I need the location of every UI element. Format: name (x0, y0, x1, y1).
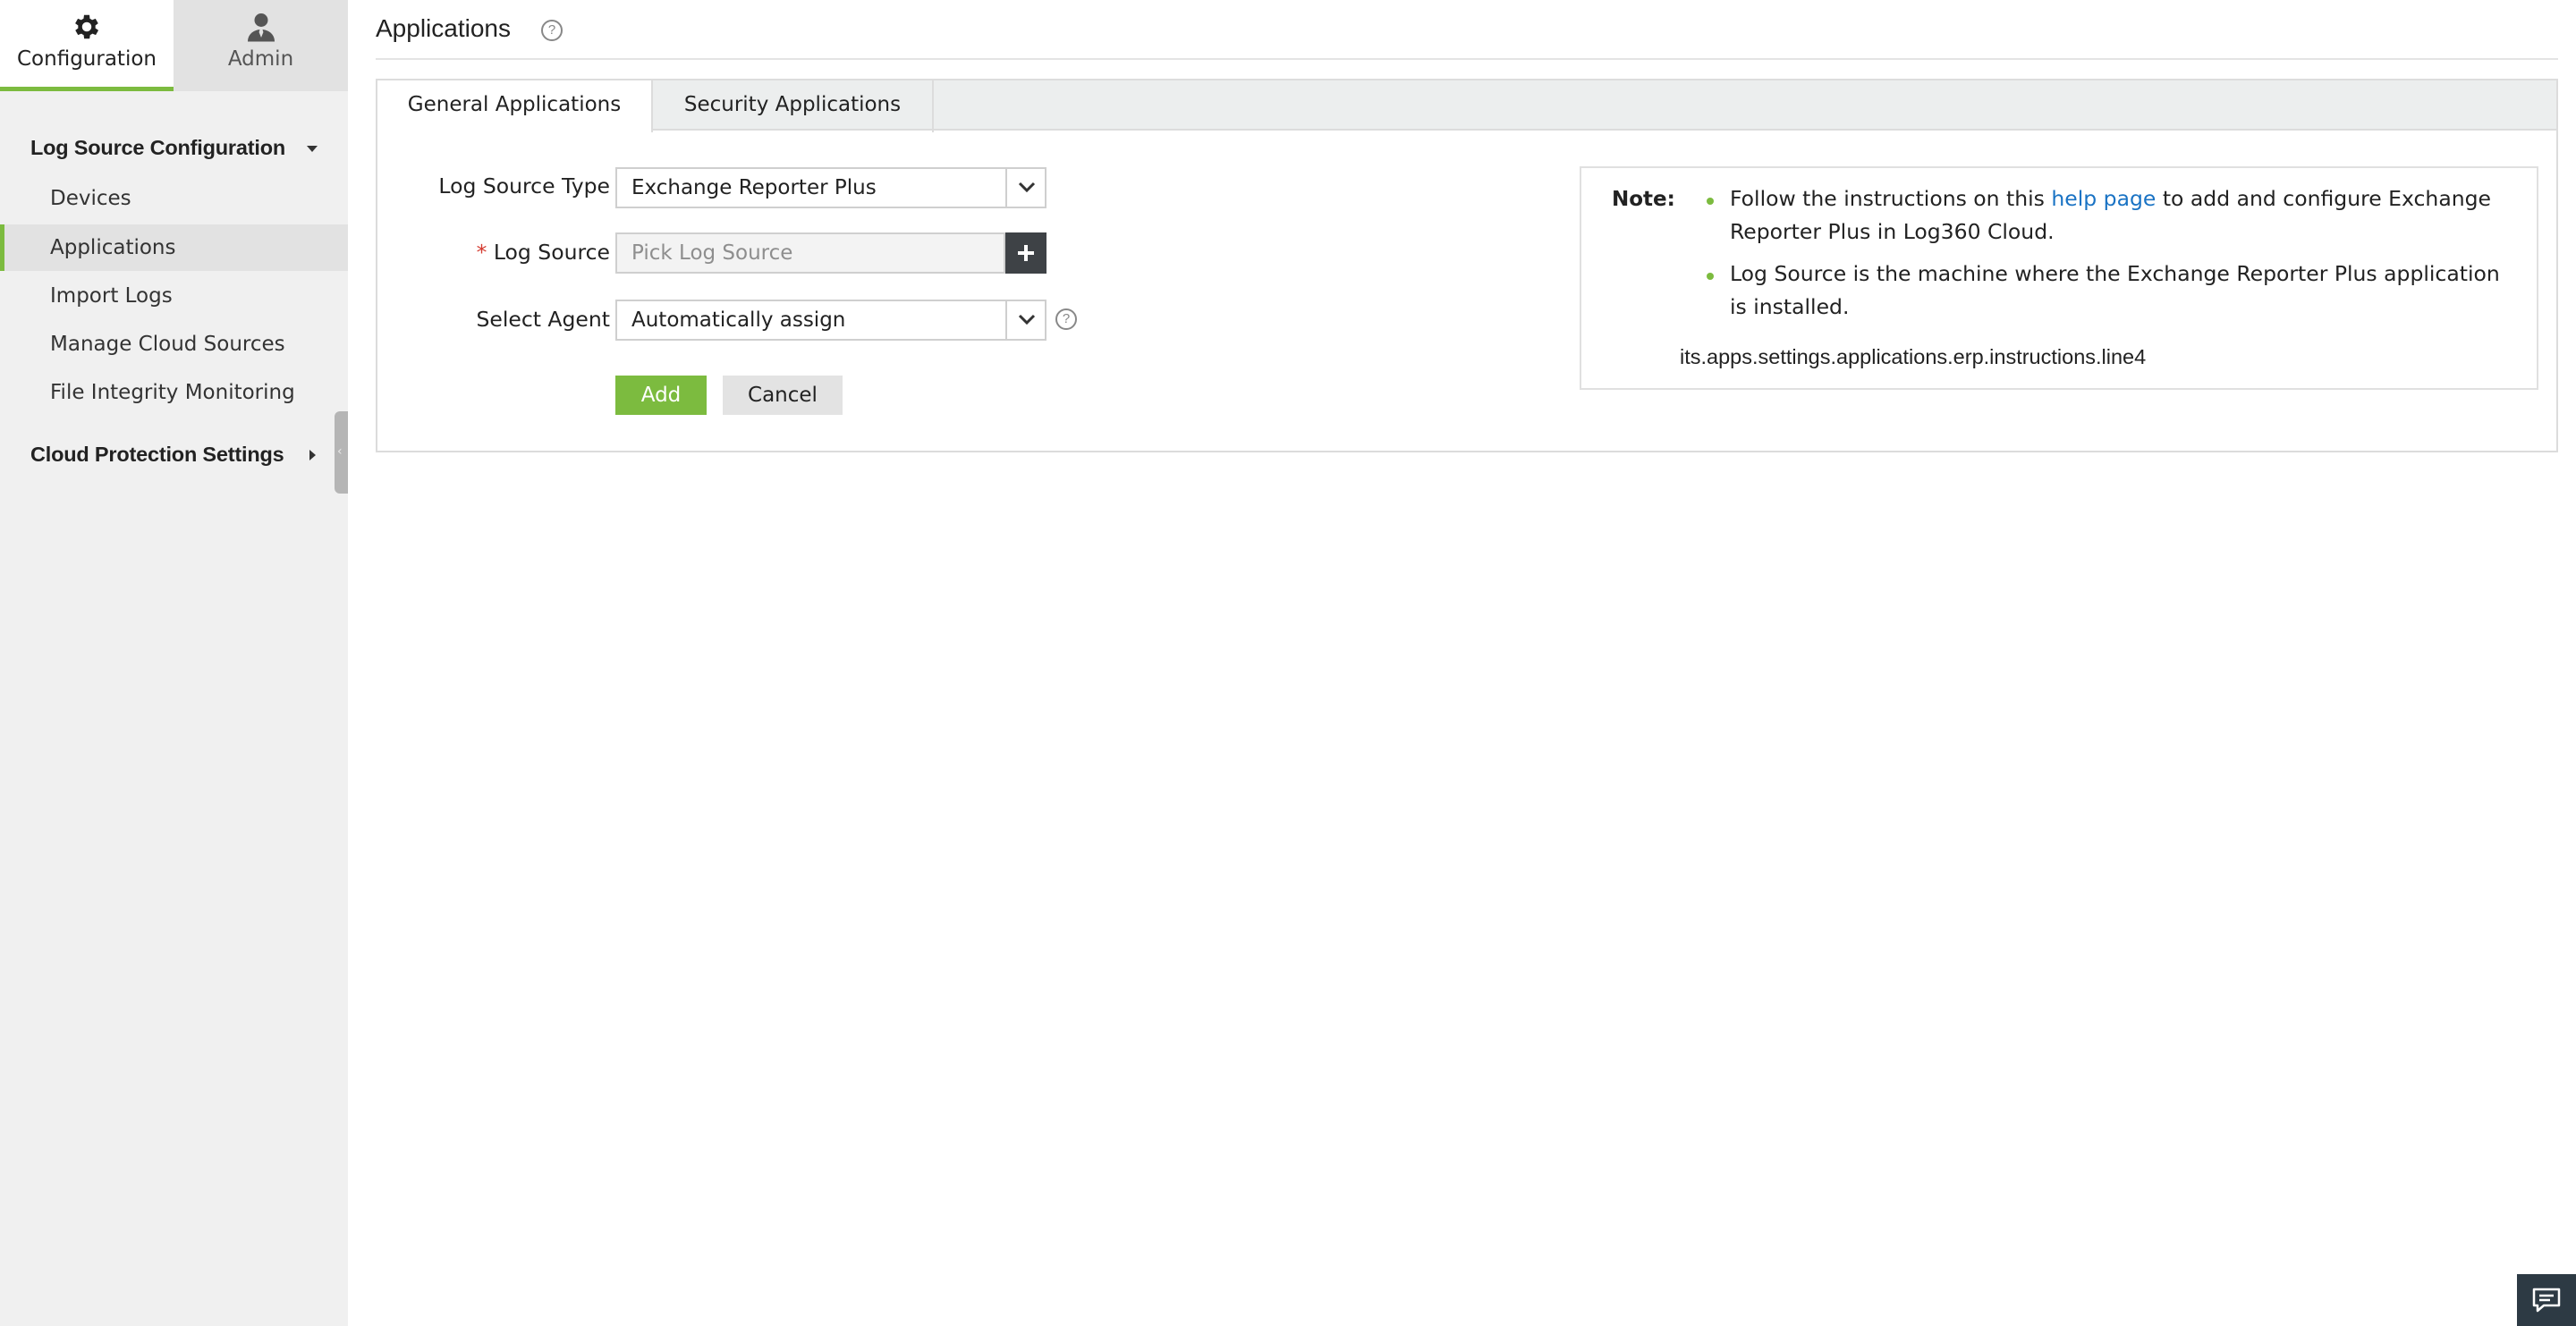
caret-down-icon[interactable] (307, 146, 318, 152)
caret-right-icon[interactable] (309, 450, 316, 460)
log-source-placeholder: Pick Log Source (631, 241, 793, 265)
cancel-button[interactable]: Cancel (723, 376, 843, 415)
nav-section-log-source-configuration[interactable]: Log Source Configuration (30, 134, 285, 161)
top-tabs: Configuration Admin (0, 0, 348, 91)
note-line-1: Follow the instructions on this help pag… (1730, 182, 2517, 249)
gear-icon (75, 14, 99, 39)
note-line-2: Log Source is the machine where the Exch… (1730, 261, 2500, 319)
note-line-3: its.apps.settings.applications.erp.instr… (1680, 345, 2147, 368)
tab-general-applications[interactable]: General Applications (377, 80, 653, 132)
tab-admin[interactable]: Admin (174, 0, 348, 91)
tab-bar: General Applications Security Applicatio… (377, 80, 2556, 132)
help-page-link[interactable]: help page (2051, 186, 2156, 211)
chat-icon (2532, 1288, 2561, 1313)
note-box: Note: Follow the instructions on this he… (1580, 166, 2538, 390)
tab-configuration-label: Configuration (17, 47, 157, 71)
sidebar-item-applications[interactable]: Applications (0, 224, 348, 271)
select-agent-label: Select Agent (476, 307, 610, 332)
nav-section-cloud-protection-settings[interactable]: Cloud Protection Settings (30, 441, 284, 468)
bullet-icon (1707, 273, 1714, 280)
sidebar: Configuration Admin Log Source Configura… (0, 0, 348, 1326)
add-log-source-button[interactable] (1005, 232, 1046, 274)
page-title: Applications (376, 14, 511, 42)
chevron-down-icon (1018, 182, 1036, 193)
note-label: Note: (1612, 188, 1675, 211)
chat-button[interactable] (2517, 1274, 2576, 1326)
log-source-type-dropdown-button[interactable] (1005, 169, 1045, 207)
sidebar-item-devices[interactable]: Devices (0, 175, 348, 222)
add-button[interactable]: Add (615, 376, 707, 415)
sidebar-item-file-integrity-monitoring[interactable]: File Integrity Monitoring (0, 369, 348, 416)
sidebar-item-manage-cloud-sources[interactable]: Manage Cloud Sources (0, 321, 348, 367)
chevron-left-icon: ‹ (337, 444, 343, 459)
applications-panel: General Applications Security Applicatio… (376, 79, 2558, 452)
tab-configuration[interactable]: Configuration (0, 0, 174, 91)
agent-help-icon[interactable]: ? (1055, 308, 1077, 330)
log-source-type-label: Log Source Type (438, 173, 610, 198)
plus-icon (1018, 245, 1034, 261)
title-divider (376, 58, 2558, 60)
select-agent-value: Automatically assign (631, 308, 846, 332)
sidebar-item-import-logs[interactable]: Import Logs (0, 273, 348, 319)
select-agent-select[interactable]: Automatically assign (615, 300, 1046, 341)
log-source-label: * Log Source (377, 239, 610, 266)
help-icon[interactable]: ? (541, 20, 563, 41)
bullet-icon (1707, 198, 1714, 205)
sidebar-collapse-handle[interactable]: ‹ (335, 411, 348, 494)
tab-admin-label: Admin (227, 47, 294, 71)
chevron-down-icon (1018, 314, 1036, 325)
user-icon (247, 13, 275, 42)
log-source-type-select[interactable]: Exchange Reporter Plus (615, 167, 1046, 208)
log-source-picker[interactable]: Pick Log Source (615, 232, 1046, 274)
log-source-label-text: Log Source (493, 240, 610, 265)
note-line-1-prefix: Follow the instructions on this (1730, 186, 2052, 211)
select-agent-dropdown-button[interactable] (1005, 301, 1045, 339)
log-source-type-value: Exchange Reporter Plus (631, 176, 877, 199)
tab-security-applications[interactable]: Security Applications (653, 80, 934, 132)
log-source-input[interactable]: Pick Log Source (615, 232, 1005, 274)
required-asterisk: * (476, 240, 487, 265)
